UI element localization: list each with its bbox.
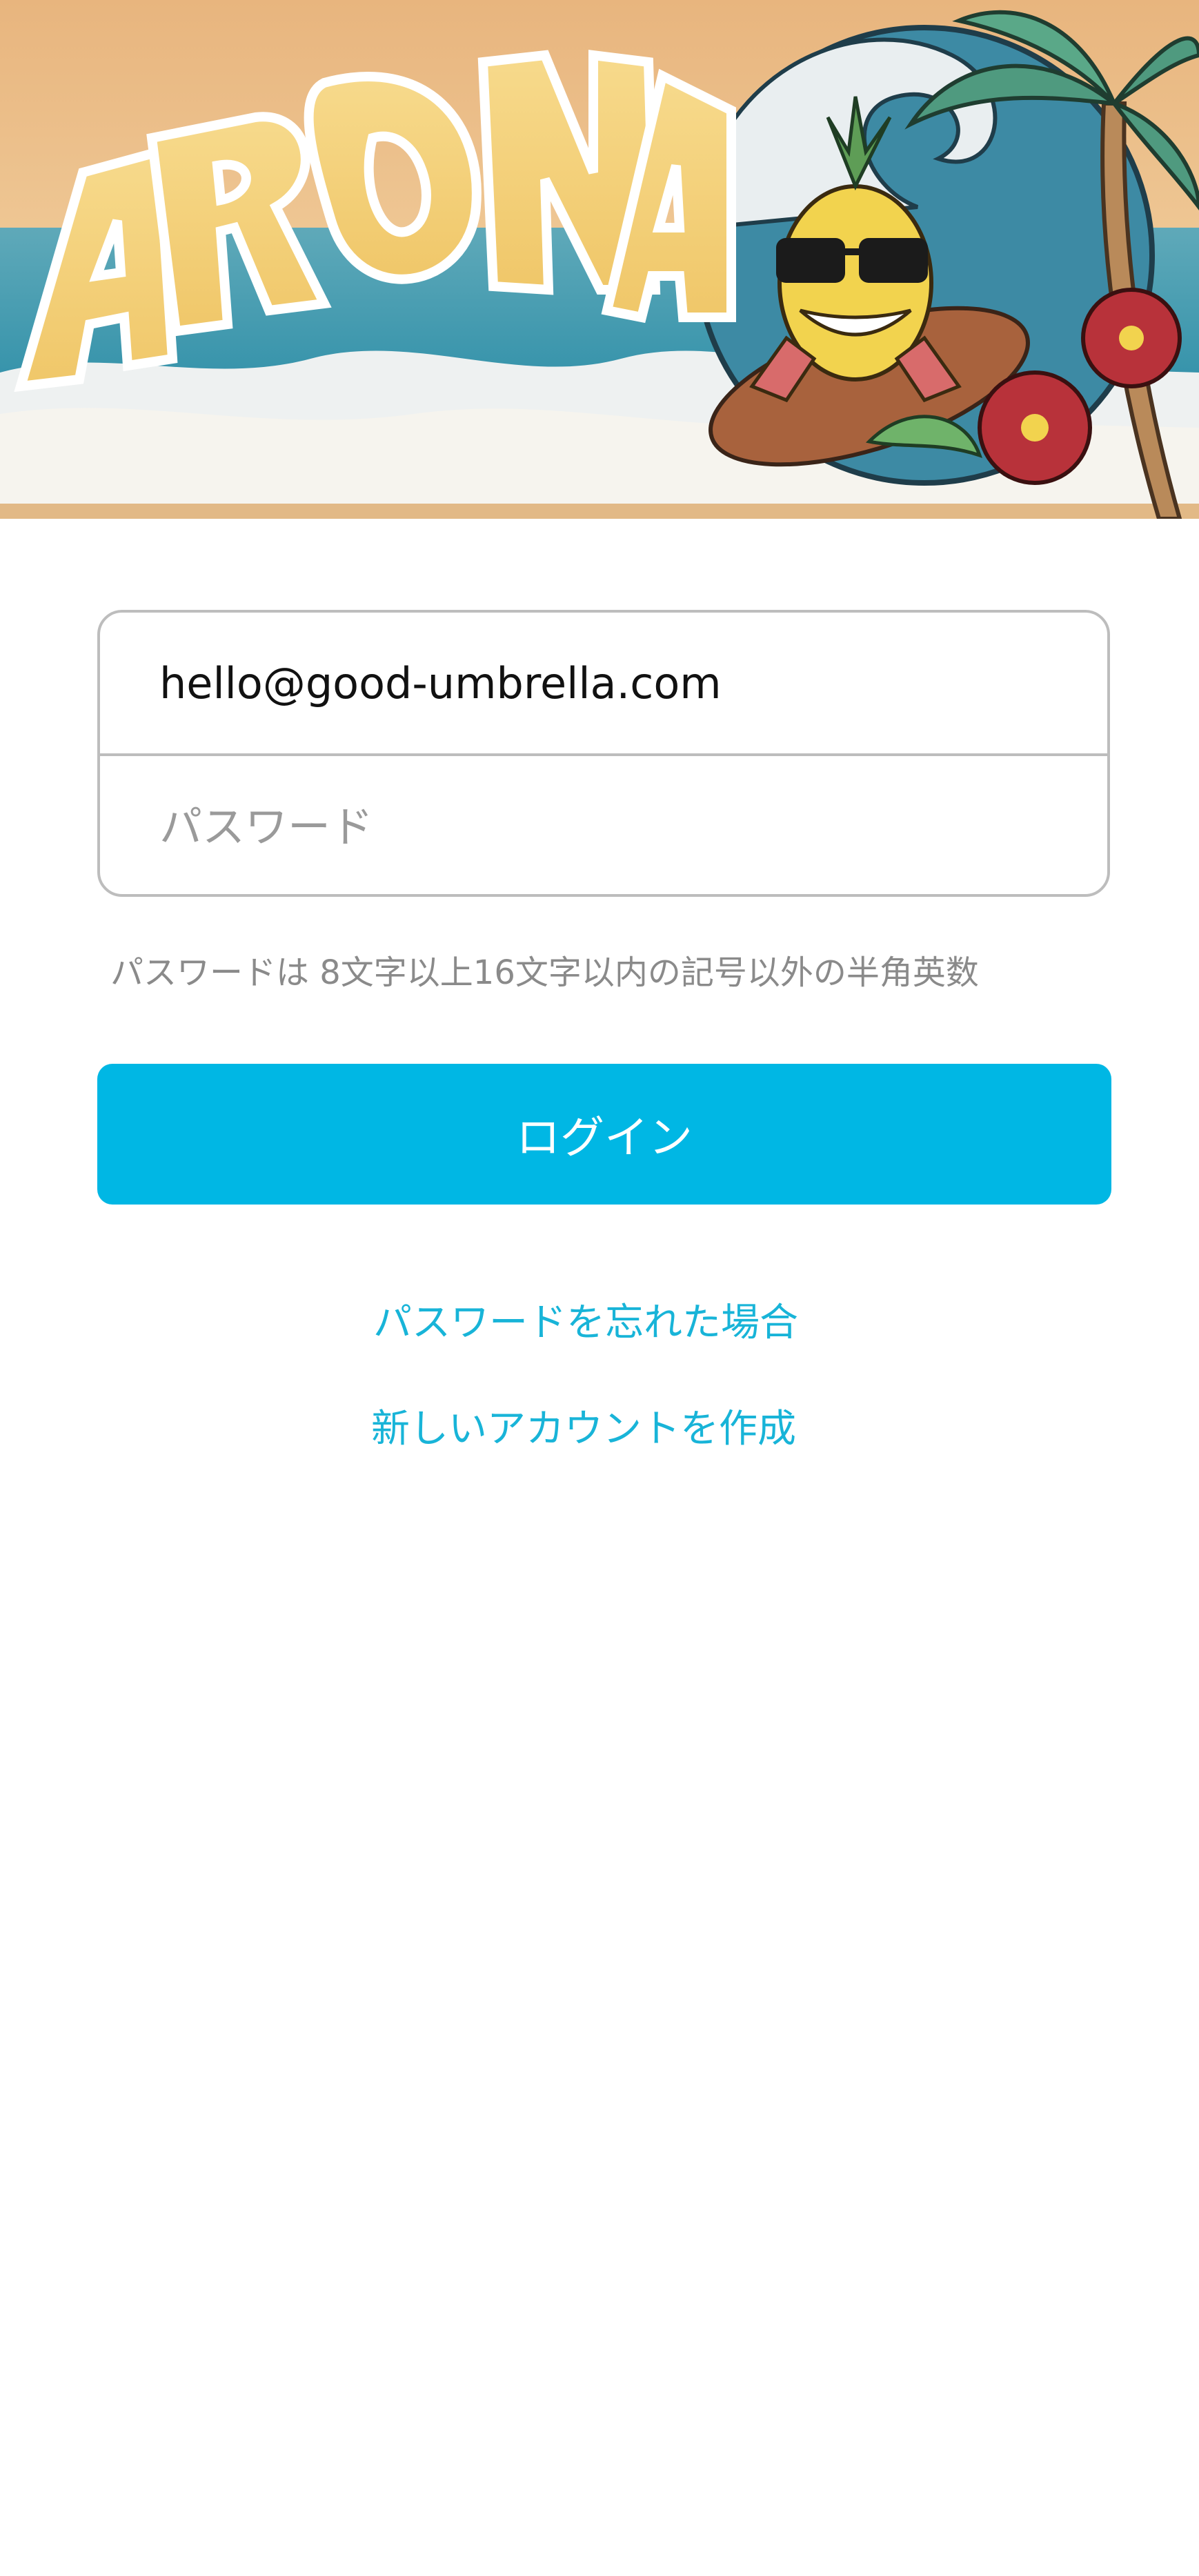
password-hint: パスワードは 8文字以上16文字以内の記号以外の半角英数 [110, 953, 979, 992]
email-field[interactable] [100, 613, 1107, 753]
login-button[interactable]: ログイン [97, 1064, 1111, 1205]
banner-illustration [0, 0, 1199, 519]
header-banner [0, 0, 1199, 519]
forgot-password-link[interactable]: パスワードを忘れた場合 [0, 1291, 1199, 1347]
credentials-field-group [97, 610, 1110, 897]
create-account-link[interactable]: 新しいアカウントを作成 [0, 1398, 1199, 1454]
password-field[interactable] [100, 756, 1107, 894]
